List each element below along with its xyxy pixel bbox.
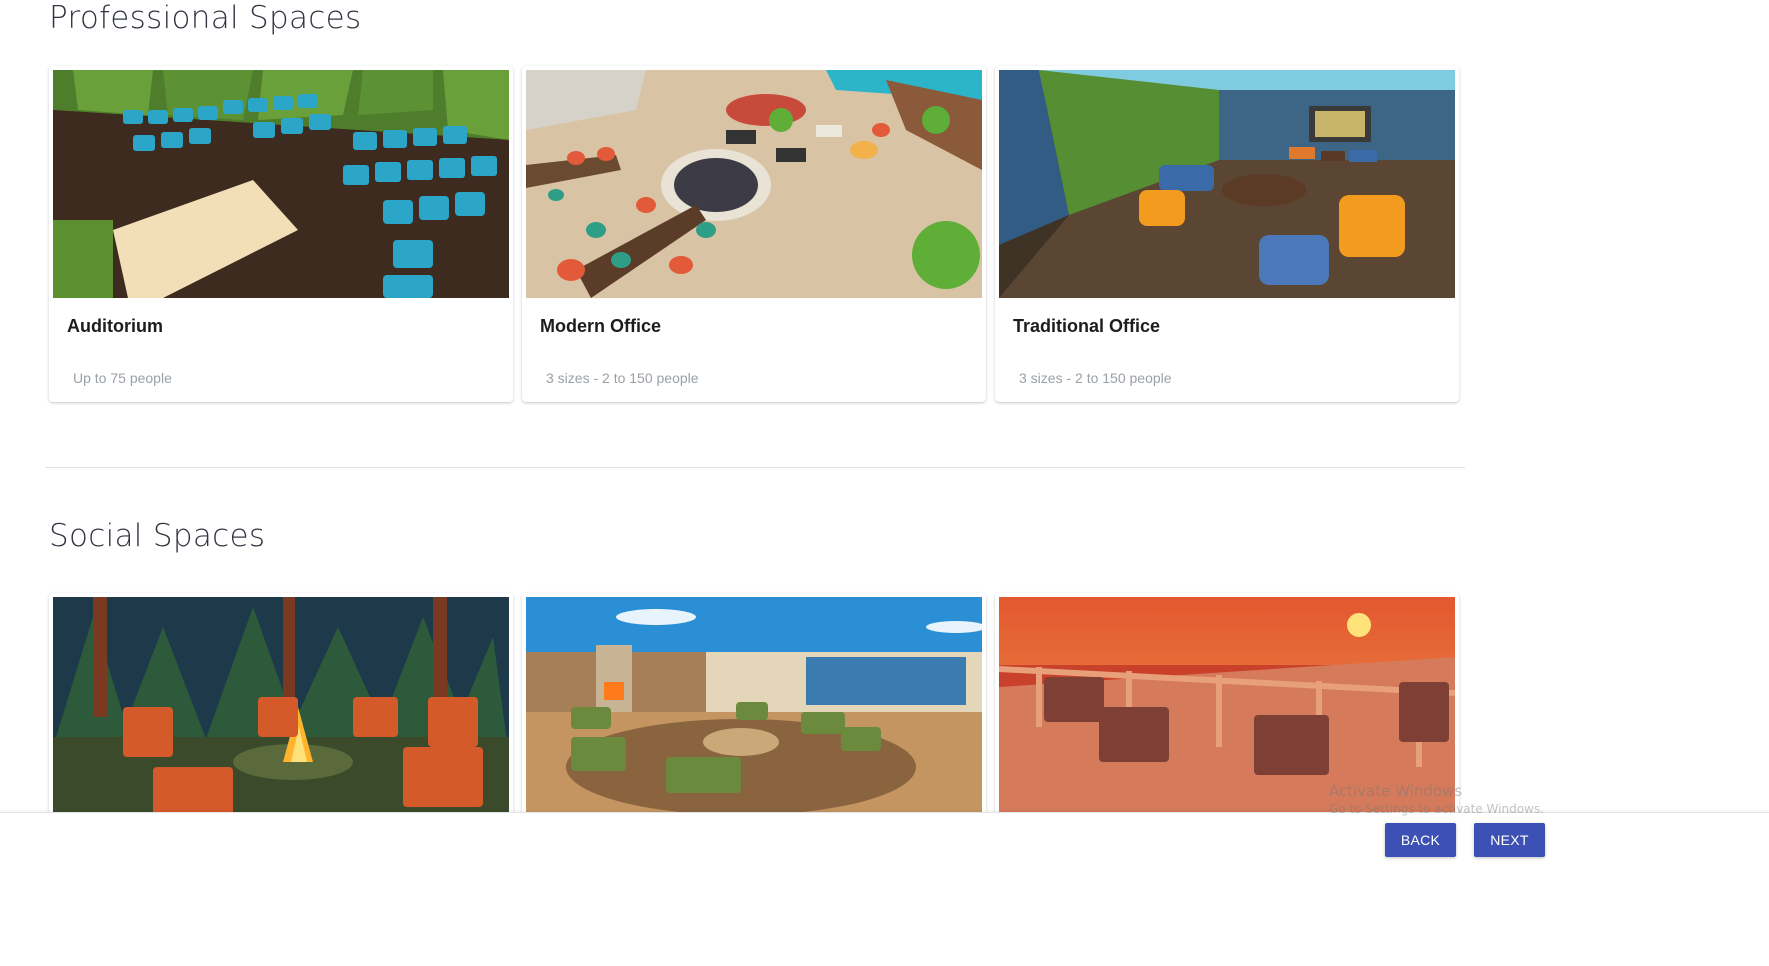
professional-spaces-heading: Professional Spaces bbox=[49, 0, 362, 36]
campfire-card[interactable] bbox=[49, 593, 513, 829]
auditorium-image bbox=[53, 70, 509, 298]
auditorium-capacity: Up to 75 people bbox=[73, 370, 172, 386]
modern-office-image bbox=[526, 70, 982, 298]
footer-bar: BACK NEXT bbox=[0, 812, 1769, 966]
campfire-image bbox=[53, 597, 509, 825]
lodge-image bbox=[526, 597, 982, 825]
modern-office-title: Modern Office bbox=[540, 316, 662, 336]
modern-office-capacity: 3 sizes - 2 to 150 people bbox=[546, 370, 699, 386]
traditional-office-title: Traditional Office bbox=[1013, 316, 1161, 336]
watermark-line-1: Activate Windows bbox=[1329, 782, 1463, 800]
traditional-office-card[interactable]: Traditional Office 3 sizes - 2 to 150 pe… bbox=[995, 66, 1459, 402]
activate-windows-watermark: Activate Windows Go to Settings to activ… bbox=[1329, 782, 1544, 817]
traditional-office-capacity: 3 sizes - 2 to 150 people bbox=[1019, 370, 1172, 386]
auditorium-card[interactable]: Auditorium Up to 75 people bbox=[49, 66, 513, 402]
modern-office-card[interactable]: Modern Office 3 sizes - 2 to 150 people bbox=[522, 66, 986, 402]
next-button[interactable]: NEXT bbox=[1474, 823, 1545, 857]
traditional-office-image bbox=[999, 70, 1455, 298]
section-divider bbox=[45, 467, 1465, 468]
social-spaces-row bbox=[49, 593, 1459, 829]
lodge-card[interactable] bbox=[522, 593, 986, 829]
watermark-line-2: Go to Settings to activate Windows. bbox=[1329, 801, 1544, 816]
back-button[interactable]: BACK bbox=[1385, 823, 1456, 857]
page: Professional Spaces Auditorium Up to 75 … bbox=[0, 0, 1769, 966]
social-spaces-heading: Social Spaces bbox=[49, 518, 266, 554]
professional-spaces-row: Auditorium Up to 75 people Modern Office… bbox=[49, 66, 1459, 402]
auditorium-title: Auditorium bbox=[67, 316, 163, 336]
